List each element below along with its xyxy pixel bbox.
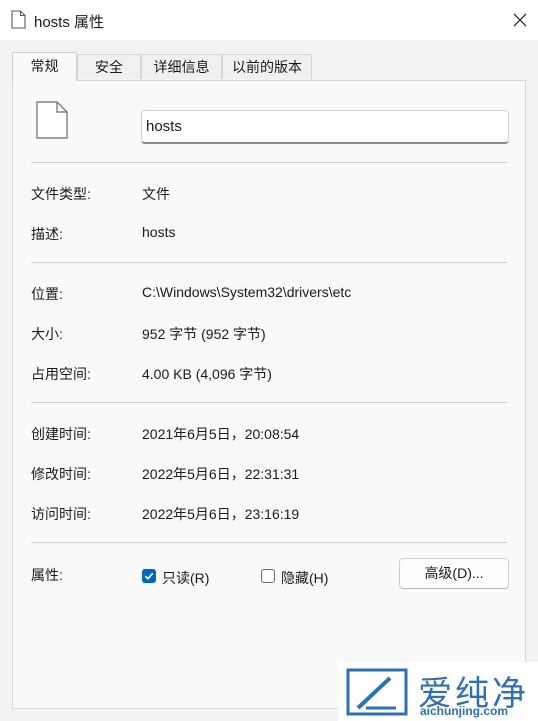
close-icon[interactable] — [511, 11, 529, 29]
tab-general[interactable]: 常规 — [12, 52, 77, 81]
file-icon — [11, 10, 26, 29]
brand-logo-icon — [346, 668, 408, 716]
title-bar: hosts 属性 — [0, 0, 538, 40]
readonly-checkbox[interactable] — [142, 569, 156, 583]
description-value: hosts — [142, 224, 176, 240]
general-panel — [12, 80, 526, 709]
size-value: 952 字节 (952 字节) — [142, 326, 266, 342]
created-label: 创建时间: — [31, 426, 91, 442]
file-type-value: 文件 — [142, 186, 170, 202]
created-value: 2021年6月5日，20:08:54 — [142, 426, 300, 442]
checkmark-icon — [144, 572, 154, 580]
location-label: 位置: — [31, 286, 63, 302]
divider — [31, 162, 507, 163]
readonly-label[interactable]: 只读(R) — [162, 568, 209, 588]
divider — [31, 262, 507, 263]
window-title: hosts 属性 — [34, 14, 105, 31]
watermark-url: aichunjing.com — [420, 704, 509, 718]
hidden-checkbox[interactable] — [261, 569, 275, 583]
description-label: 描述: — [31, 226, 63, 242]
accessed-label: 访问时间: — [31, 506, 91, 522]
divider — [31, 402, 507, 403]
hidden-label[interactable]: 隐藏(H) — [281, 568, 328, 588]
size-label: 大小: — [31, 326, 63, 342]
tab-previous-versions[interactable]: 以前的版本 — [222, 54, 312, 79]
divider — [31, 542, 507, 543]
disk-size-value: 4.00 KB (4,096 字节) — [142, 366, 272, 382]
tab-details[interactable]: 详细信息 — [141, 54, 222, 79]
disk-size-label: 占用空间: — [31, 366, 91, 382]
advanced-button[interactable]: 高级(D)... — [399, 558, 509, 589]
file-name-input[interactable] — [141, 110, 509, 144]
file-type-label: 文件类型: — [31, 186, 91, 202]
modified-label: 修改时间: — [31, 466, 91, 482]
attributes-label: 属性: — [31, 567, 63, 583]
accessed-value: 2022年5月6日，23:16:19 — [142, 506, 300, 522]
modified-value: 2022年5月6日，22:31:31 — [142, 466, 300, 482]
file-icon-large — [36, 101, 68, 139]
tab-security[interactable]: 安全 — [77, 54, 141, 79]
watermark: 爱纯净 aichunjing.com — [338, 662, 538, 721]
location-value: C:\Windows\System32\drivers\etc — [142, 284, 352, 300]
